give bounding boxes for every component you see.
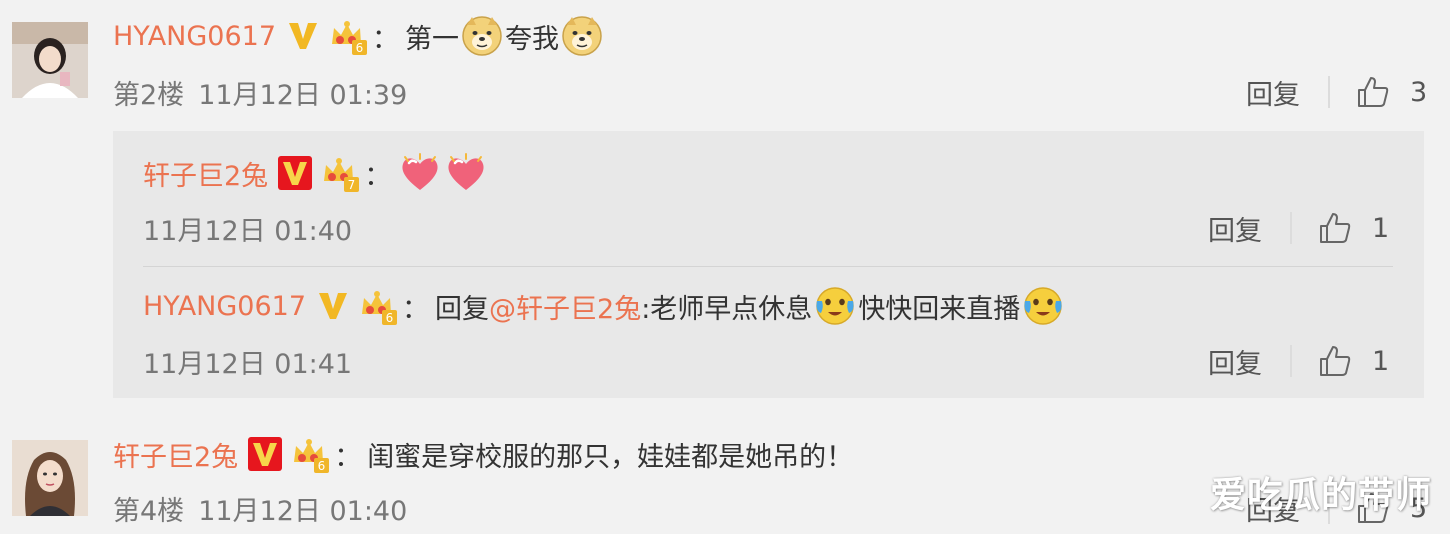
reply-meta: 11月12日 01:40 [143, 208, 352, 248]
crown-level-icon: 6 [328, 16, 368, 56]
doge-icon [461, 15, 503, 57]
divider [1290, 212, 1292, 244]
svg-text:7: 7 [348, 178, 356, 192]
like-count: 3 [1410, 76, 1428, 108]
reply-actions: 回复 1 [1208, 208, 1389, 248]
timestamp: 11月12日 01:40 [143, 215, 353, 247]
timestamp: 11月12日 01:39 [198, 79, 408, 111]
reply-divider [143, 266, 1393, 267]
floor-number: 第2楼 [113, 79, 185, 111]
username-link[interactable]: 轩子巨2兔 [143, 154, 268, 193]
reply-header: 轩子巨2兔 7 ： [143, 153, 489, 193]
reply-button[interactable]: 回复 [1246, 73, 1300, 112]
comment-meta: 第2楼 11月12日 01:39 [113, 72, 407, 112]
username-link[interactable]: 轩子巨2兔 [113, 435, 238, 474]
tearful-face-icon [814, 285, 856, 327]
svg-text:6: 6 [386, 311, 394, 325]
comment-actions: 回复 3 [1246, 72, 1427, 112]
tearful-face-icon [1022, 285, 1064, 327]
comment-text: 闺蜜是穿校服的那只，娃娃都是她吊的！ [367, 441, 854, 473]
reply-button[interactable]: 回复 [1208, 209, 1262, 248]
username-link[interactable]: HYANG0617 [143, 291, 306, 322]
svg-text:6: 6 [356, 41, 364, 55]
avatar[interactable] [12, 22, 88, 98]
avatar[interactable] [12, 440, 88, 516]
timestamp: 11月12日 01:41 [143, 348, 353, 380]
reply-text: :老师早点休息 [641, 293, 813, 325]
timestamp: 11月12日 01:40 [198, 495, 408, 527]
like-count: 1 [1372, 345, 1390, 377]
verified-red-badge-icon [278, 156, 313, 190]
crown-level-icon: 6 [358, 286, 398, 326]
like-count: 1 [1372, 212, 1390, 244]
comment-text: 夸我 [505, 23, 560, 55]
mention-link[interactable]: @轩子巨2兔 [489, 287, 641, 326]
divider [1290, 345, 1292, 377]
reply-header: HYANG0617 6 ： 回复 @轩子巨2兔 :老师早点休息 快快回来直播 [143, 286, 1066, 326]
comment-meta: 第4楼 11月12日 01:40 [113, 488, 407, 528]
floor-number: 第4楼 [113, 495, 185, 527]
thumbs-up-icon[interactable] [1318, 344, 1352, 378]
divider [1328, 76, 1330, 108]
doge-icon [561, 15, 603, 57]
verified-red-badge-icon [248, 437, 283, 471]
thumbs-up-icon[interactable] [1318, 211, 1352, 245]
crown-level-icon: 6 [290, 434, 330, 474]
svg-text:6: 6 [318, 459, 326, 473]
reply-button[interactable]: 回复 [1208, 342, 1262, 381]
comment-header: 轩子巨2兔 6 ： 闺蜜是穿校服的那只，娃娃都是她吊的！ [113, 434, 853, 474]
heart-icon [445, 152, 487, 194]
reply-prefix: 回复 [435, 293, 490, 325]
reply-meta: 11月12日 01:41 [143, 341, 352, 381]
username-link[interactable]: HYANG0617 [113, 21, 276, 52]
comment-header: HYANG0617 6 ： 第一 夸我 [113, 16, 605, 56]
watermark-text: 爱吃瓜的带师 [1209, 475, 1432, 516]
crown-level-icon: 7 [320, 153, 360, 193]
heart-icon [399, 152, 441, 194]
reply-actions: 回复 1 [1208, 341, 1389, 381]
verified-gold-badge-icon [286, 19, 320, 53]
reply-text: 快快回来直播 [858, 293, 1021, 325]
verified-gold-badge-icon [316, 289, 350, 323]
thumbs-up-icon[interactable] [1356, 75, 1390, 109]
comment-text: 第一 [405, 23, 460, 55]
